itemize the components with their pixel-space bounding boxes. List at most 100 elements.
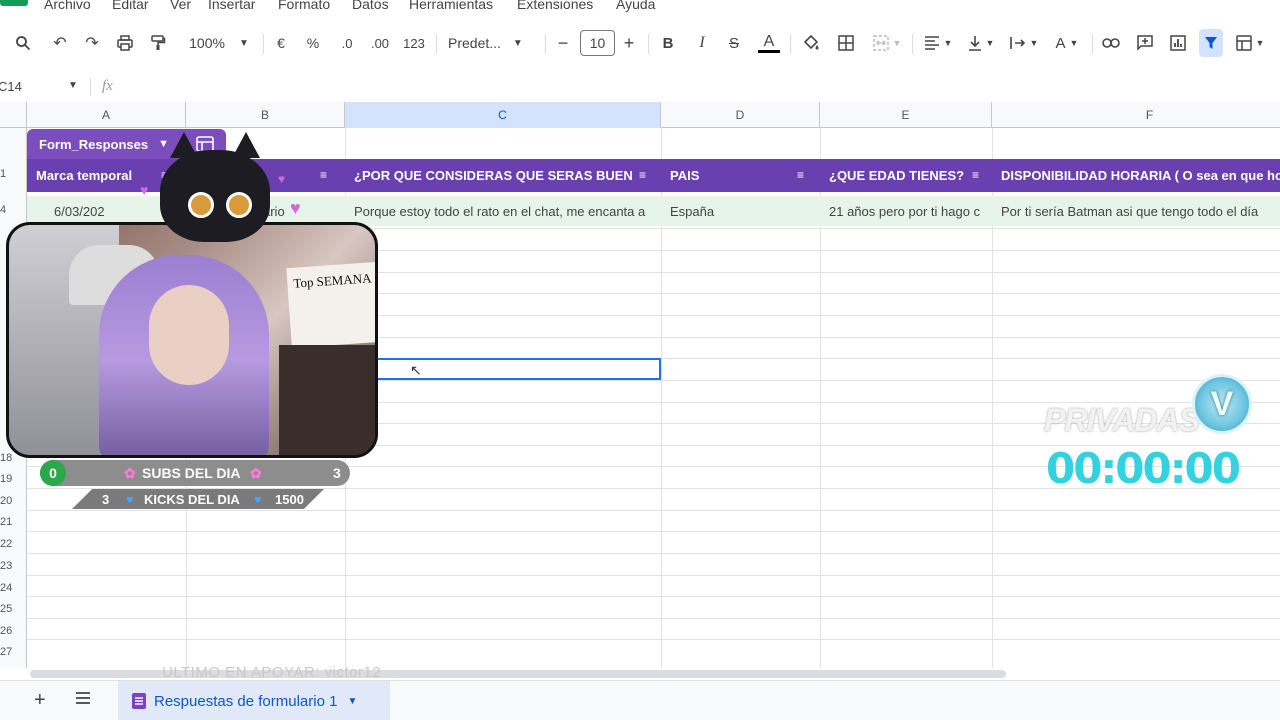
column-header-c[interactable]: C [345, 102, 661, 128]
comment-icon[interactable] [1134, 32, 1156, 54]
column-header-b[interactable]: B [186, 102, 345, 128]
print-icon[interactable] [114, 32, 136, 54]
flower-icon: ✿ [124, 465, 136, 481]
header-cell[interactable]: PAIS [670, 159, 790, 192]
sheets-logo-icon[interactable] [0, 0, 28, 6]
filter-views-icon[interactable]: ▼ [1232, 32, 1268, 54]
header-cell[interactable]: Marca temporal [36, 159, 156, 192]
table-cell[interactable]: 21 años pero por ti hago c [829, 196, 991, 226]
row-header[interactable]: 25 [0, 603, 27, 615]
minus-icon[interactable]: − [554, 32, 572, 54]
zoom-select[interactable]: 100% ▼ [183, 32, 255, 54]
chevron-down-icon[interactable]: ▼ [68, 80, 78, 91]
sheet-tab-active[interactable]: Respuestas de formulario 1 ▼ [118, 681, 390, 720]
filter-icon[interactable]: ≡ [797, 168, 804, 182]
currency-button[interactable]: € [272, 32, 290, 54]
column-header-f[interactable]: F [992, 102, 1280, 128]
subs-counter: 0 ✿ SUBS DEL DIA ✿ 3 [40, 460, 350, 486]
row-header[interactable]: 4 [0, 204, 27, 216]
all-sheets-icon[interactable] [74, 690, 94, 710]
font-size-input[interactable]: 10 [580, 30, 615, 56]
filter-icon[interactable]: ≡ [320, 168, 327, 182]
table-cell[interactable]: España [670, 196, 810, 226]
column-header-e[interactable]: E [820, 102, 992, 128]
column-header-a[interactable]: A [27, 102, 186, 128]
menu-extensiones[interactable]: Extensiones [517, 0, 593, 12]
header-cell[interactable]: ¿POR QUE CONSIDERAS QUE SERAS BUEN M [354, 159, 634, 192]
menu-archivo[interactable]: Archivo [44, 0, 91, 12]
increase-decimal-button[interactable]: .00 [369, 32, 391, 54]
menu-herramientas[interactable]: Herramientas [409, 0, 493, 12]
row-header[interactable]: 24 [0, 582, 27, 594]
selected-cell[interactable] [345, 358, 661, 380]
chevron-down-icon[interactable]: ▼ [158, 138, 169, 150]
font-select[interactable]: Predet... ▼ [448, 32, 536, 54]
row-header[interactable]: 22 [0, 538, 27, 550]
filter-icon[interactable]: ≡ [639, 168, 646, 182]
zoom-value: 100% [189, 35, 225, 51]
text-color-button[interactable]: A [757, 32, 781, 54]
fx-icon: fx [102, 78, 113, 94]
chevron-down-icon: ▼ [238, 37, 249, 49]
text-rotation-icon[interactable]: A ▼ [1049, 32, 1085, 54]
undo-icon[interactable]: ↶ [49, 32, 71, 54]
header-cell[interactable]: ¿QUE EDAD TIENES? [829, 159, 969, 192]
privadas-label: PRIVADAS [1044, 402, 1200, 438]
subs-left-count: 0 [40, 460, 66, 486]
menu-insertar[interactable]: Insertar [208, 0, 255, 12]
table-cell[interactable]: Por ti sería Batman asi que tengo todo e… [1001, 196, 1280, 226]
text-wrap-icon[interactable]: ▼ [1006, 32, 1042, 54]
column-header-d[interactable]: D [661, 102, 820, 128]
merge-cells-icon[interactable]: ▼ [869, 32, 905, 54]
privadas-widget: PRIVADAS V 00:00:00 [1044, 372, 1280, 493]
kicks-right-count: 1500 [275, 492, 304, 507]
fill-color-icon[interactable] [800, 32, 822, 54]
heart-icon: ♥ [254, 492, 262, 507]
row-header[interactable]: 1 [0, 168, 27, 180]
link-icon[interactable] [1100, 32, 1122, 54]
chart-icon[interactable] [1167, 32, 1189, 54]
row-header[interactable]: 27 [0, 646, 27, 658]
filter-icon[interactable]: ≡ [972, 168, 979, 182]
menu-editar[interactable]: Editar [112, 0, 149, 12]
number-format-button[interactable]: 123 [402, 32, 426, 54]
strikethrough-button[interactable]: S [724, 32, 744, 54]
search-icon[interactable] [12, 32, 34, 54]
subs-label: SUBS DEL DIA [142, 465, 241, 481]
name-box[interactable]: C14 [0, 79, 22, 94]
row-header[interactable]: 19 [0, 473, 27, 485]
align-horizontal-icon[interactable]: ▼ [920, 32, 956, 54]
toolbar: ↶ ↷ 100% ▼ € % .0 .00 123 Predet... ▼ − … [0, 14, 1280, 70]
row-header[interactable]: 26 [0, 625, 27, 637]
header-cell[interactable]: DISPONIBILIDAD HORARIA ( O sea en que ho [1001, 159, 1280, 192]
menu-datos[interactable]: Datos [352, 0, 389, 12]
menu-ver[interactable]: Ver [170, 0, 191, 12]
row-header[interactable]: 20 [0, 495, 27, 507]
select-all-corner[interactable] [0, 102, 27, 128]
menu-formato[interactable]: Formato [278, 0, 330, 12]
menu-ayuda[interactable]: Ayuda [616, 0, 655, 12]
filter-icon[interactable] [1199, 29, 1223, 57]
bold-button[interactable]: B [658, 32, 678, 54]
paint-format-icon[interactable] [147, 32, 169, 54]
flower-icon: ✿ [250, 465, 262, 481]
redo-icon[interactable]: ↷ [81, 32, 103, 54]
sheet-bar: + Respuestas de formulario 1 ▼ [0, 680, 1280, 720]
row-header[interactable]: 23 [0, 560, 27, 572]
borders-icon[interactable] [835, 32, 857, 54]
webcam-overlay: Top SEMANA [6, 222, 378, 458]
column-headers: A B C D E F [0, 102, 1280, 128]
v-badge-icon: V [1192, 374, 1252, 434]
heart-icon: ♥ [278, 172, 286, 186]
plus-icon[interactable]: + [620, 32, 638, 54]
decrease-decimal-button[interactable]: .0 [336, 32, 358, 54]
privadas-timer: 00:00:00 [1046, 444, 1241, 493]
row-header[interactable]: 21 [0, 516, 27, 528]
percent-button[interactable]: % [304, 32, 322, 54]
chevron-down-icon[interactable]: ▼ [347, 696, 357, 707]
table-name: Form_Responses [39, 136, 149, 152]
add-sheet-icon[interactable]: + [34, 689, 46, 712]
italic-button[interactable]: I [692, 32, 712, 54]
align-vertical-icon[interactable]: ▼ [963, 32, 999, 54]
table-cell[interactable]: Porque estoy todo el rato en el chat, me… [354, 196, 660, 226]
